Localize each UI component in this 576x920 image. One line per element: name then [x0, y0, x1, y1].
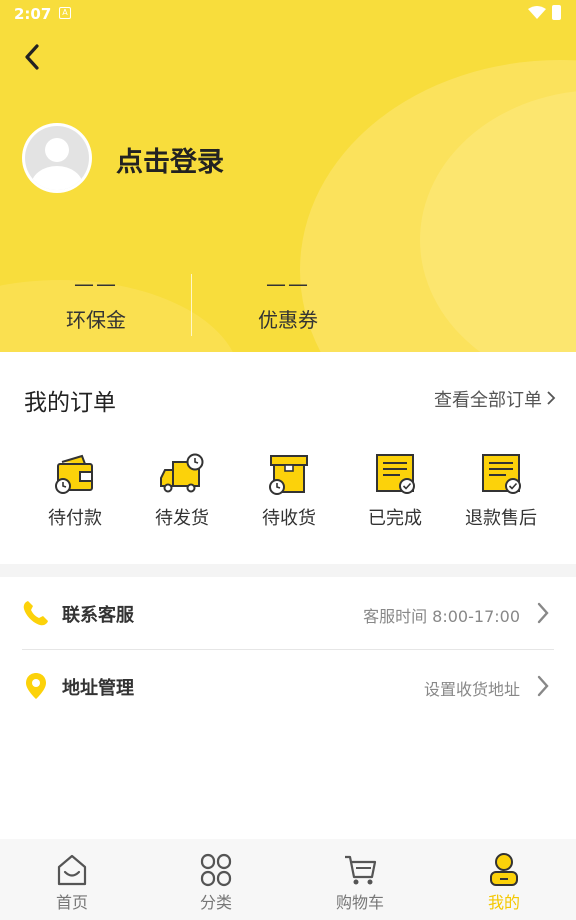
stat-label: 环保金	[66, 308, 126, 332]
page: 2:07 A 点击登录 —— 环保金 —— 优惠券 我的订单 查看全部订单 待付…	[0, 0, 576, 920]
battery-icon	[552, 5, 561, 20]
tab-label: 购物车	[335, 893, 384, 912]
order-label: 已完成	[368, 508, 422, 529]
stat-value: ——	[266, 272, 310, 296]
stat-coupons[interactable]: —— 优惠券	[192, 272, 384, 333]
wifi-icon	[528, 6, 546, 19]
avatar-placeholder	[25, 126, 89, 190]
orders-section: 我的订单 查看全部订单 待付款 待发货 待收货 已完成 退款售后	[0, 352, 576, 564]
box-clock-icon	[269, 455, 308, 495]
tab-label: 分类	[199, 893, 232, 912]
order-label: 待发货	[155, 508, 209, 529]
order-refund-aftersales[interactable]: 退款售后	[446, 452, 556, 530]
row-subtitle: 设置收货地址	[423, 680, 520, 699]
location-pin-icon	[26, 673, 46, 699]
login-link[interactable]: 点击登录	[116, 140, 224, 179]
stat-value: ——	[74, 272, 118, 296]
phone-icon	[23, 601, 48, 626]
truck-clock-icon	[160, 453, 204, 493]
user-silhouette-icon	[31, 138, 83, 190]
avatar[interactable]	[22, 123, 92, 193]
chevron-right-icon	[537, 602, 549, 624]
back-button[interactable]	[18, 40, 48, 74]
profile-header: 2:07 A 点击登录 —— 环保金 —— 优惠券	[0, 0, 576, 352]
order-completed[interactable]: 已完成	[340, 452, 450, 530]
receipt-check-icon	[376, 454, 415, 494]
status-bar: 2:07 A	[0, 0, 576, 28]
wallet-clock-icon	[55, 454, 93, 494]
row-title: 地址管理	[62, 678, 134, 699]
view-all-label: 查看全部订单	[434, 390, 542, 411]
row-title: 联系客服	[62, 605, 134, 626]
order-label: 待付款	[48, 508, 102, 529]
cart-icon	[345, 855, 377, 885]
section-gap	[0, 564, 576, 577]
chevron-right-icon	[547, 391, 556, 405]
view-all-orders-link[interactable]: 查看全部订单	[434, 386, 556, 412]
order-label: 待收货	[262, 508, 316, 529]
chevron-right-icon	[537, 675, 549, 697]
home-icon	[57, 854, 87, 886]
bottom-tab-bar: 首页 分类 购物车 我的	[0, 839, 576, 920]
row-subtitle: 客服时间 8:00-17:00	[363, 607, 520, 626]
order-pending-shipment[interactable]: 待发货	[127, 452, 237, 530]
tab-label: 首页	[55, 893, 88, 912]
tab-label: 我的	[487, 893, 520, 912]
tab-profile[interactable]: 我的	[432, 853, 576, 913]
contact-service-row[interactable]: 联系客服 客服时间 8:00-17:00	[22, 577, 554, 649]
stat-eco-points[interactable]: —— 环保金	[0, 272, 192, 333]
address-management-row[interactable]: 地址管理 设置收货地址	[22, 650, 554, 722]
order-pending-receipt[interactable]: 待收货	[234, 452, 344, 530]
profile-icon	[490, 853, 518, 886]
tab-category[interactable]: 分类	[144, 853, 288, 913]
order-label: 退款售后	[465, 508, 537, 529]
receipt-refund-icon	[482, 454, 521, 494]
orders-title: 我的订单	[24, 390, 116, 416]
tab-home[interactable]: 首页	[0, 853, 144, 913]
tab-cart[interactable]: 购物车	[288, 853, 432, 913]
order-pending-payment[interactable]: 待付款	[20, 452, 130, 530]
notification-icon: A	[59, 7, 71, 19]
category-icon	[200, 853, 232, 887]
status-time: 2:07	[14, 5, 52, 23]
stat-label: 优惠券	[258, 308, 318, 332]
